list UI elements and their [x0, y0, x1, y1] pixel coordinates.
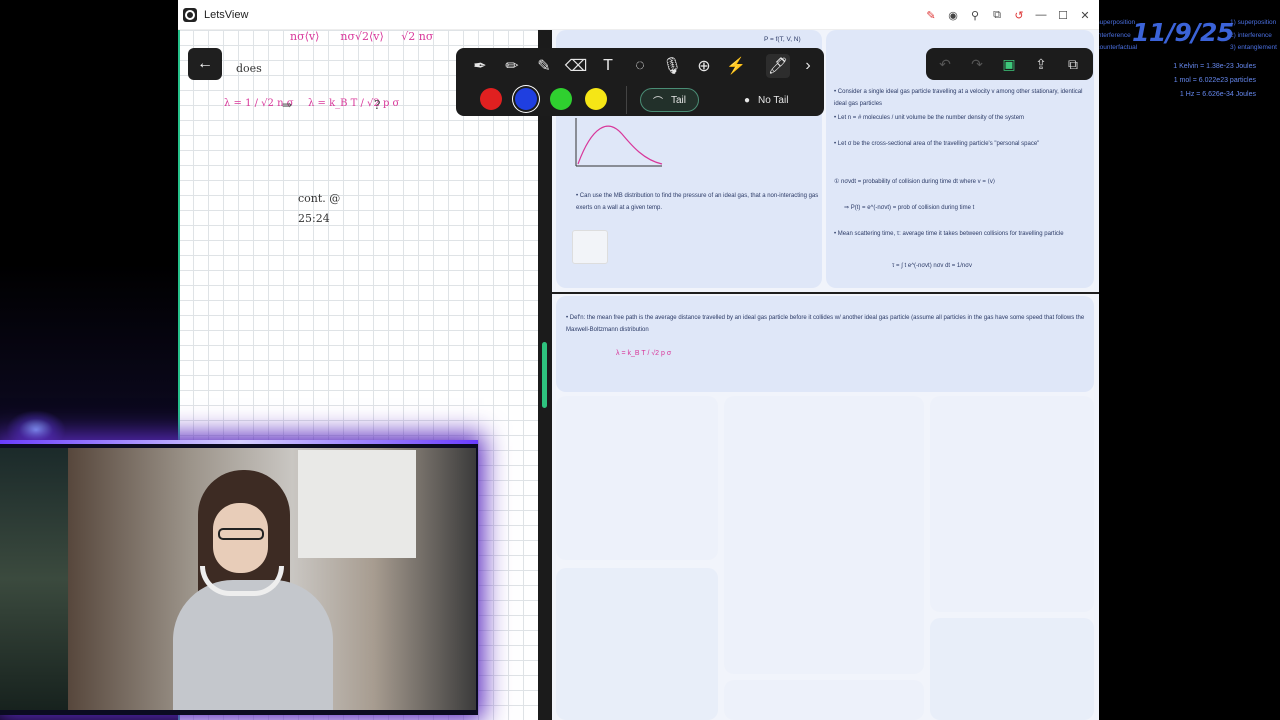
overlay-constant: 1 Hz = 6.626e-34 Joules	[1179, 91, 1256, 98]
webcam-feed	[68, 448, 476, 710]
title-controls: ✎ ◉ ⚲ ⧉ ↺ — ☐ ✕	[923, 7, 1093, 23]
empty-card	[556, 396, 718, 560]
tail-toggle[interactable]: ⌒ Tail	[640, 88, 700, 112]
color-green-swatch[interactable]	[550, 88, 572, 110]
note-card-mean-free-path	[556, 296, 1094, 392]
overlay-date: 11/9/25	[1132, 18, 1234, 47]
laser-pointer-icon[interactable]: 🖊	[766, 54, 790, 78]
graph-thumbnail[interactable]	[572, 230, 608, 264]
stream-background-left	[0, 0, 178, 440]
page-break-line	[552, 292, 1099, 294]
crop-icon[interactable]: ⧉	[989, 7, 1005, 23]
shapes-icon[interactable]: ⚡	[724, 54, 748, 78]
overlay-principles: 1) superposition 2) interference 3) enta…	[1230, 17, 1277, 55]
no-tail-toggle[interactable]: ● No Tail	[732, 88, 800, 112]
record-icon[interactable]: ◉	[945, 7, 961, 23]
overlay-principle: 1) superposition	[1230, 19, 1277, 26]
maximize-button[interactable]: ☐	[1055, 7, 1071, 23]
letsview-logo-icon	[183, 7, 197, 22]
pages-icon[interactable]: ⧉	[1062, 53, 1084, 75]
overlay-principle: 2) interference	[1230, 31, 1272, 39]
empty-card	[724, 680, 924, 720]
lasso-icon[interactable]: ◌	[628, 54, 652, 78]
question-mark: ?	[374, 98, 381, 112]
empty-card	[930, 396, 1094, 612]
text-tool-icon[interactable]: T	[596, 54, 620, 78]
toolbar-separator	[626, 86, 627, 114]
back-button[interactable]: ←	[188, 48, 222, 80]
empty-card	[930, 618, 1094, 720]
does-label: does	[236, 62, 262, 75]
title-bar: LetsView ✎ ◉ ⚲ ⧉ ↺ — ☐ ✕	[178, 0, 1099, 30]
brush-icon[interactable]: ✎	[923, 7, 939, 23]
add-icon[interactable]: ⊕	[692, 54, 716, 78]
color-red-swatch[interactable]	[480, 88, 502, 110]
probability-note: ① nσvdt = probability of collision durin…	[834, 179, 996, 185]
webcam-glow	[0, 440, 478, 444]
formula-mfp-pressure: λ = k_B T / √2 p σ	[308, 98, 400, 109]
overlay-constant: 1 Kelvin = 1.38e-23 Joules	[1173, 63, 1256, 70]
mb-distribution-graph	[575, 118, 663, 167]
dot-icon: ●	[744, 94, 751, 106]
undo-icon[interactable]: ↶	[934, 53, 956, 75]
right-notebook-page[interactable]: P = f(T, V, N) • Can use the MB distribu…	[552, 30, 1099, 720]
history-icon[interactable]: ↺	[1011, 7, 1027, 23]
pin-icon[interactable]: ⚲	[967, 7, 983, 23]
minimize-button[interactable]: —	[1033, 7, 1049, 23]
close-button[interactable]: ✕	[1077, 7, 1093, 23]
empty-card	[556, 568, 718, 720]
overlay-constants: 1 Kelvin = 1.38e-23 Joules 1 mol = 6.022…	[1160, 60, 1256, 102]
color-blue-swatch[interactable]	[515, 88, 537, 110]
redo-icon[interactable]: ↷	[966, 53, 988, 75]
export-icon[interactable]: ⇪	[1030, 53, 1052, 75]
microphone-icon[interactable]: 🎙	[660, 54, 684, 78]
prob-collision-note: ⇒ P(t) = e^(-nσvt) = prob of collision d…	[844, 205, 975, 211]
screen-icon[interactable]: ▣	[998, 53, 1020, 75]
cont-label: cont. @	[298, 192, 341, 205]
single-particle-note: • Consider a single ideal gas particle t…	[834, 89, 1083, 107]
cross-section-note: • Let σ be the cross-sectional area of t…	[834, 141, 1040, 147]
person-hoodie	[173, 580, 333, 710]
page-toolbar: ↶ ↷ ▣ ⇪ ⧉	[926, 48, 1093, 80]
tail-label: Tail	[671, 94, 687, 106]
overlay-constant: 1 mol = 6.022e23 particles	[1173, 77, 1256, 84]
glasses	[218, 528, 264, 540]
cont-time: 25:24	[298, 212, 330, 225]
highlighter-icon[interactable]: ✎	[532, 54, 556, 78]
split-handle[interactable]	[542, 342, 547, 408]
pen-icon[interactable]: ✒	[468, 54, 492, 78]
number-density-note: • Let n = # molecules / unit volume be t…	[834, 115, 1025, 121]
tau-formula: τ = ∫ t e^(-nσvt) nσv dt = 1/nσv	[892, 263, 972, 269]
frame-art	[0, 448, 68, 710]
chevron-right-icon[interactable]: ›	[796, 54, 820, 78]
mb-pressure-note: • Can use the MB distribution to find th…	[576, 193, 819, 211]
whiteboard	[298, 450, 416, 558]
eraser-icon[interactable]: ⌫	[564, 54, 588, 78]
mean-time-note: • Mean scattering time, τ: average time …	[834, 231, 1064, 237]
color-yellow-swatch[interactable]	[585, 88, 607, 110]
pencil-icon[interactable]: ✏	[500, 54, 524, 78]
mean-free-path-formula: λ = k_B T / √2 p σ	[616, 350, 672, 357]
no-tail-label: No Tail	[758, 94, 789, 106]
top-formula: P = f(T, V, N)	[764, 36, 801, 43]
tail-curve-icon: ⌒	[653, 96, 663, 108]
empty-card	[724, 396, 924, 674]
mean-free-path-definition: • Def'n: the mean free path is the avera…	[566, 315, 1085, 333]
window-title: LetsView	[204, 8, 249, 21]
pen-toolbar: ✒ ✏ ✎ ⌫ T ◌ 🎙 ⊕ ⚡ 🖊 › ⌒ Tail ● No Tail	[456, 48, 824, 116]
overlay-principle: 3) entanglement	[1230, 44, 1277, 51]
graph-curve	[577, 125, 663, 165]
cut-off-formula-row: nσ⟨v⟩ nσ√2⟨v⟩ √2 nσ	[290, 30, 434, 43]
arrow-implies: ⇒	[282, 98, 293, 112]
back-arrow-icon: ←	[197, 55, 213, 72]
